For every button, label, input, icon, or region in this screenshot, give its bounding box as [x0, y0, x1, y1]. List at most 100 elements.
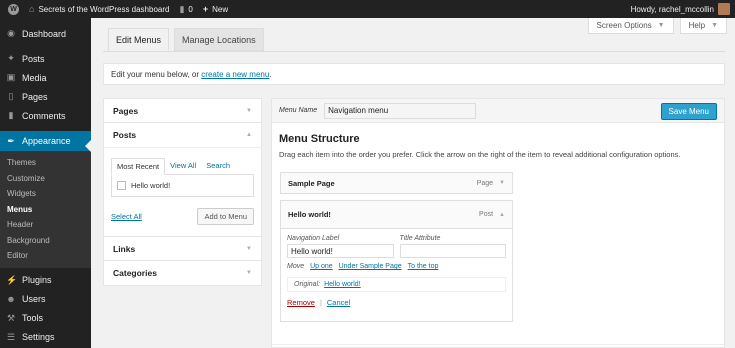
help-button[interactable]: Help ▼	[679, 18, 727, 34]
original-link[interactable]: Hello world!	[324, 281, 361, 288]
menu-structure: Menu Structure Drag each item into the o…	[272, 123, 724, 167]
accordion-pages[interactable]: Pages ▼	[103, 98, 262, 124]
menu-management: Menu Name Navigation menu Save Menu Menu…	[271, 98, 725, 348]
manage-text: Edit your menu below, or	[111, 69, 202, 79]
sidebar-label: Users	[22, 294, 46, 304]
dashboard-icon: ◉	[7, 28, 15, 38]
appearance-submenu: Themes Customize Widgets Menus Header Ba…	[0, 151, 91, 268]
submenu-item-customize[interactable]: Customize	[0, 171, 91, 187]
admin-bar: W ⌂ Secrets of the WordPress dashboard ▮…	[0, 0, 735, 18]
menu-item-title: Sample Page	[288, 178, 335, 188]
sidebar-label: Posts	[22, 53, 45, 64]
accordion-categories[interactable]: Categories ▼	[103, 260, 262, 286]
action-separator: |	[319, 298, 322, 307]
manage-suffix: .	[269, 69, 272, 79]
user-icon: ☻	[6, 294, 16, 304]
home-icon: ⌂	[29, 4, 35, 14]
sidebar-label: Comments	[22, 110, 66, 121]
accordion-title-pages: Pages	[113, 106, 139, 116]
title-attribute-input[interactable]	[399, 244, 506, 258]
menu-item-bar[interactable]: Hello world! Post ▲	[280, 200, 513, 229]
sidebar-item-media[interactable]: ▣ Media	[0, 68, 91, 87]
select-all-link[interactable]: Select All	[111, 212, 142, 221]
posts-subtabs: Most Recent View All Search	[111, 158, 254, 175]
remove-link[interactable]: Remove	[287, 298, 315, 307]
chevron-up-icon[interactable]: ▲	[499, 212, 505, 218]
comments-count: 0	[188, 4, 193, 14]
posts-panel: Most Recent View All Search Hello world!…	[104, 147, 261, 236]
menu-item-type: Post	[479, 211, 494, 218]
menu-name-label: Menu Name	[279, 107, 318, 114]
paintbrush-icon: ✒	[7, 135, 15, 146]
sidebar-label: Settings	[22, 332, 55, 342]
chevron-down-icon[interactable]: ▼	[499, 180, 505, 186]
menu-item-bar[interactable]: Sample Page Page ▼	[280, 172, 513, 194]
submenu-item-menus[interactable]: Menus	[0, 202, 91, 218]
screen-meta-links: Screen Options ▼ Help ▼	[587, 18, 727, 34]
original-box: Original: Hello world!	[287, 277, 506, 292]
move-under-link[interactable]: Under Sample Page	[339, 263, 402, 270]
sidebar-item-posts[interactable]: ✦ Posts	[0, 49, 91, 68]
sidebar-label: Appearance	[22, 136, 71, 146]
posts-checklist: Hello world!	[111, 174, 254, 197]
sidebar-item-dashboard[interactable]: ◉ Dashboard	[0, 24, 91, 43]
frame-divider	[272, 344, 724, 345]
sidebar-item-tools[interactable]: ⚒ Tools	[0, 309, 91, 328]
sidebar-item-pages[interactable]: ▯ Pages	[0, 87, 91, 106]
comment-icon: ▮	[179, 3, 185, 14]
subtab-view-all[interactable]: View All	[165, 158, 201, 175]
accordion-posts-header[interactable]: Posts ▲	[104, 123, 261, 147]
tab-manage-locations[interactable]: Manage Locations	[174, 28, 264, 51]
move-row: Move Up one Under Sample Page To the top	[287, 263, 506, 270]
chevron-up-icon: ▲	[246, 132, 252, 138]
menu-structure-title: Menu Structure	[279, 133, 360, 145]
accordion-title-links: Links	[113, 244, 136, 254]
accordion-links[interactable]: Links ▼	[103, 236, 262, 262]
cancel-link[interactable]: Cancel	[327, 298, 350, 307]
submenu-item-widgets[interactable]: Widgets	[0, 186, 91, 202]
sidebar-label: Tools	[22, 313, 44, 323]
screen-options-button[interactable]: Screen Options ▼	[587, 18, 674, 34]
sidebar-item-plugins[interactable]: ⚡ Plugins	[0, 271, 91, 290]
subtab-search[interactable]: Search	[201, 158, 235, 175]
sidebar-label: Pages	[22, 91, 48, 102]
comments-link[interactable]: ▮ 0	[174, 0, 197, 18]
menu-item-title: Hello world!	[288, 210, 331, 219]
submenu-item-themes[interactable]: Themes	[0, 155, 91, 171]
submenu-item-editor[interactable]: Editor	[0, 248, 91, 264]
move-top-link[interactable]: To the top	[408, 263, 439, 270]
manage-menus-bar: Edit your menu below, or create a new me…	[103, 63, 725, 85]
menu-header: Menu Name Navigation menu Save Menu	[272, 99, 724, 123]
sidebar-item-settings[interactable]: ☰ Settings	[0, 328, 91, 347]
menu-name-input[interactable]: Navigation menu	[324, 102, 477, 119]
submenu-item-header[interactable]: Header	[0, 217, 91, 233]
screen-options-label: Screen Options	[596, 21, 652, 30]
sidebar-item-comments[interactable]: ▮ Comments	[0, 106, 91, 125]
tab-edit-menus[interactable]: Edit Menus	[108, 28, 170, 51]
move-up-link[interactable]: Up one	[310, 263, 333, 270]
nav-label-input[interactable]: Hello world!	[287, 244, 394, 258]
submenu-item-background[interactable]: Background	[0, 233, 91, 249]
help-label: Help	[688, 21, 706, 30]
nav-label-label: Navigation Label	[287, 235, 340, 242]
site-name-link[interactable]: ⌂ Secrets of the WordPress dashboard	[24, 0, 174, 18]
page-icon: ▯	[8, 91, 14, 101]
add-to-menu-button[interactable]: Add to Menu	[197, 208, 254, 225]
post-checkbox[interactable]	[117, 181, 126, 190]
media-icon: ▣	[6, 72, 16, 82]
plus-icon: +	[202, 4, 209, 14]
save-menu-button[interactable]: Save Menu	[660, 103, 717, 120]
accordion-title-posts: Posts	[113, 130, 137, 140]
subtab-most-recent[interactable]: Most Recent	[111, 158, 166, 175]
comment-icon: ▮	[8, 110, 14, 120]
create-new-menu-link[interactable]: create a new menu	[201, 70, 269, 79]
wp-logo-icon[interactable]: W	[0, 0, 24, 18]
sidebar-label: Plugins	[22, 275, 52, 285]
sidebar-item-appearance[interactable]: ✒ Appearance	[0, 131, 91, 151]
post-item-label: Hello world!	[131, 181, 171, 190]
accordion-posts: Posts ▲ Most Recent View All Search Hello…	[103, 122, 262, 237]
my-account-link[interactable]: Howdy, rachel_mccollin	[626, 0, 735, 18]
sidebar-item-users[interactable]: ☻ Users	[0, 290, 91, 309]
new-content-link[interactable]: + New	[198, 0, 233, 18]
admin-sidebar: ◉ Dashboard ✦ Posts ▣ Media ▯ Pages ▮ Comment…	[0, 18, 91, 348]
